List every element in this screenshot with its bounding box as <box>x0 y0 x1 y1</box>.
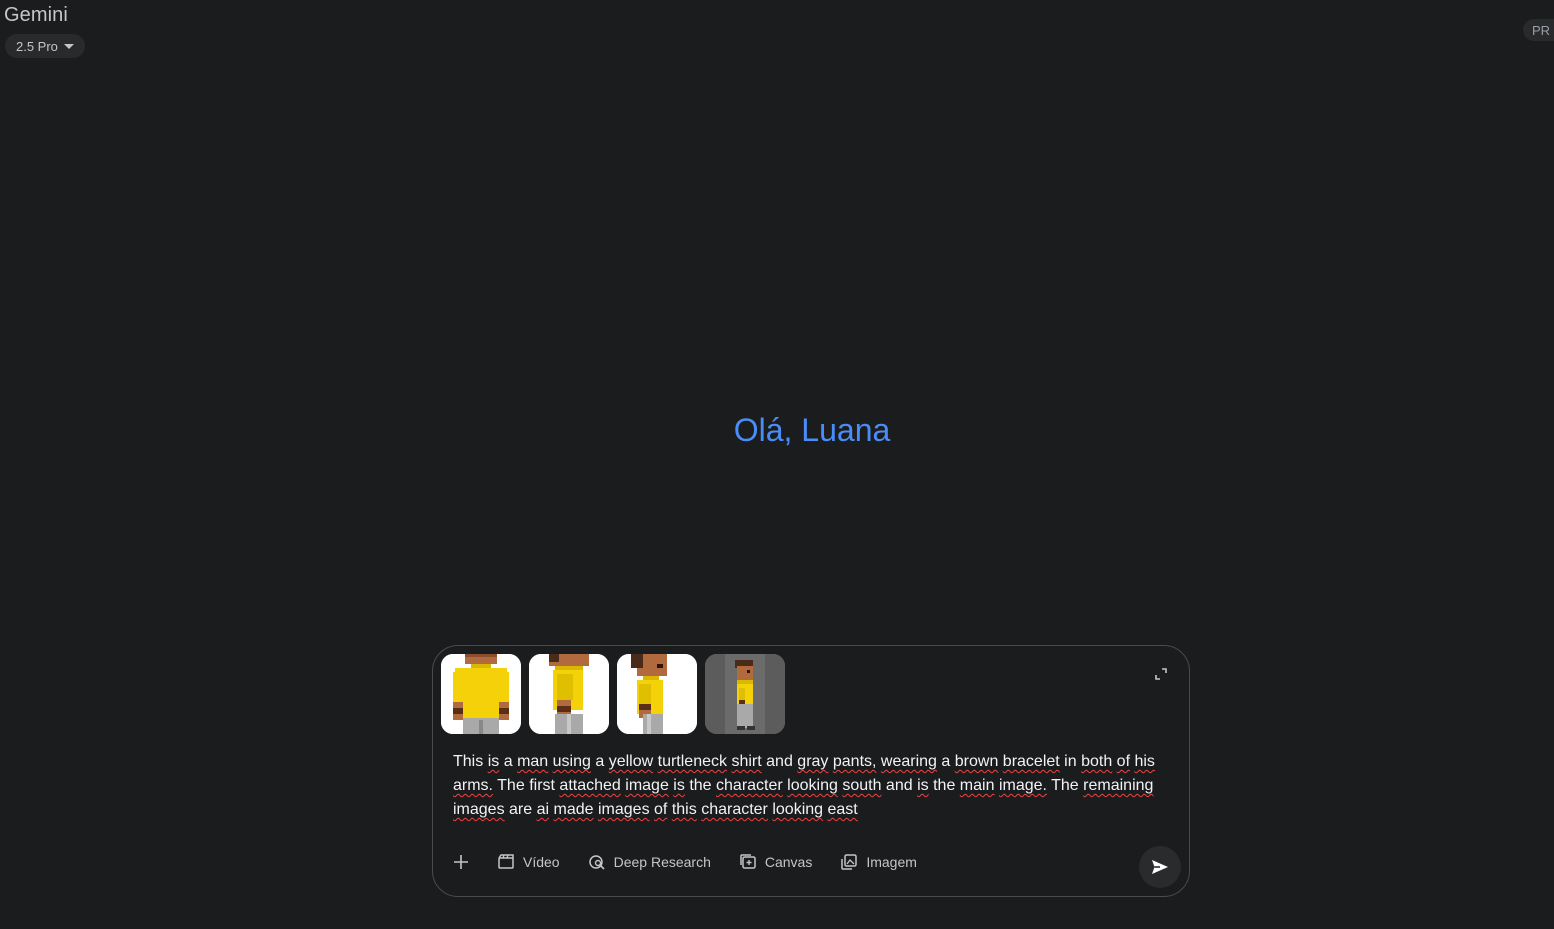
image-tool-button[interactable]: Imagem <box>826 844 931 880</box>
character-east-image-3 <box>705 654 785 734</box>
spellcheck-word: character <box>716 777 783 794</box>
greeting-heading: Olá, Luana <box>733 412 891 448</box>
spellcheck-word: of <box>1116 753 1131 770</box>
prompt-composer[interactable]: This is a man using a yellow turtleneck … <box>432 645 1190 897</box>
spellcheck-word: turtleneck <box>657 753 727 770</box>
character-east-image-2 <box>617 654 697 734</box>
spellcheck-word: gray <box>797 753 829 770</box>
spellcheck-word: bracelet <box>1002 753 1060 770</box>
expand-icon[interactable] <box>1153 666 1169 682</box>
chevron-down-icon <box>63 44 74 49</box>
spellcheck-word: images <box>453 801 505 818</box>
spellcheck-word: both <box>1081 753 1113 770</box>
spellcheck-word: ai <box>536 801 550 818</box>
spellcheck-word: remaining <box>1083 777 1154 794</box>
gemini-app: Gemini 2.5 Pro PR Olá, Luana This is a m… <box>0 0 1554 929</box>
video-tool-label: Vídeo <box>523 854 560 870</box>
spellcheck-word: man <box>517 753 549 770</box>
spellcheck-word: image <box>625 777 669 794</box>
spellcheck-word: main <box>959 777 995 794</box>
spellcheck-word: arms. <box>453 777 493 794</box>
pro-badge[interactable]: PR <box>1522 19 1554 41</box>
deep-research-icon <box>588 855 605 870</box>
spellcheck-word: pants, <box>832 753 877 770</box>
spellcheck-word: is <box>673 777 685 794</box>
prompt-input[interactable]: This is a man using a yellow turtleneck … <box>453 750 1168 822</box>
spellcheck-word: wearing <box>880 753 937 770</box>
spellcheck-word: is <box>917 777 929 794</box>
deep-research-tool-label: Deep Research <box>613 854 711 870</box>
spellcheck-word: shirt <box>731 753 762 770</box>
composer-toolbar: Vídeo Deep Research Canvas Imagem <box>449 842 931 882</box>
spellcheck-word: images <box>598 801 650 818</box>
image-icon <box>841 854 858 870</box>
spellcheck-word: his <box>1134 753 1155 770</box>
attachment-thumbnail-4[interactable] <box>705 654 785 734</box>
character-east-image-1 <box>529 654 609 734</box>
canvas-icon <box>740 854 756 869</box>
deep-research-tool-button[interactable]: Deep Research <box>574 844 725 880</box>
spellcheck-word: this <box>671 801 697 818</box>
spellcheck-word: is <box>487 753 500 770</box>
model-selector[interactable]: 2.5 Pro <box>5 34 85 58</box>
attachment-thumbnail-3[interactable] <box>617 654 697 734</box>
image-tool-label: Imagem <box>866 854 917 870</box>
model-selector-label: 2.5 Pro <box>16 38 58 54</box>
plus-icon <box>454 855 468 869</box>
canvas-tool-button[interactable]: Canvas <box>725 844 826 880</box>
clapperboard-icon <box>498 854 514 869</box>
attachment-thumbnail-2[interactable] <box>529 654 609 734</box>
canvas-tool-label: Canvas <box>764 854 813 870</box>
spellcheck-word: yellow <box>608 753 654 770</box>
character-front-image <box>441 654 521 734</box>
spellcheck-word: south <box>842 777 882 794</box>
pro-badge-label: PR <box>1531 22 1550 38</box>
attachments-row <box>441 654 785 734</box>
app-title: Gemini <box>4 4 68 26</box>
attachment-thumbnail-1[interactable] <box>441 654 521 734</box>
spellcheck-word: brown <box>954 753 999 770</box>
spellcheck-word: using <box>552 753 591 770</box>
spellcheck-word: looking <box>772 801 824 818</box>
spellcheck-word: east <box>827 801 858 818</box>
spellcheck-word: made <box>553 801 594 818</box>
spellcheck-word: of <box>654 801 668 818</box>
add-attachment-button[interactable] <box>449 844 483 880</box>
spellcheck-word: looking <box>787 777 838 794</box>
spellcheck-word: character <box>701 801 768 818</box>
spellcheck-word: attached <box>559 777 621 794</box>
send-icon <box>1152 860 1168 874</box>
video-tool-button[interactable]: Vídeo <box>483 844 574 880</box>
send-button[interactable] <box>1139 846 1181 888</box>
spellcheck-word: image. <box>998 777 1047 794</box>
